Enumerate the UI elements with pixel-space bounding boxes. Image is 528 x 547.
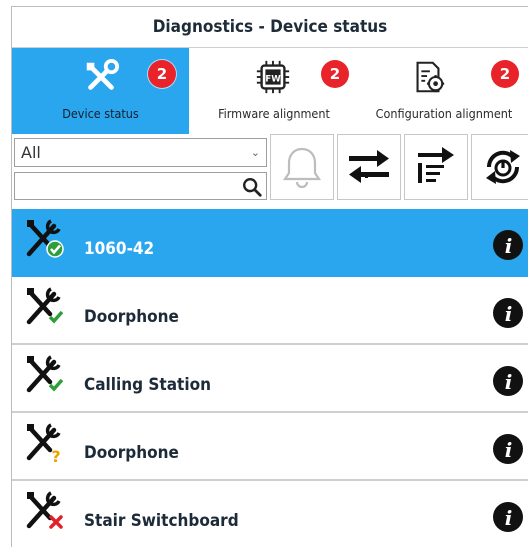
device-row[interactable]: ? Doorphone i	[12, 413, 528, 481]
device-name: 1060-42	[84, 239, 155, 259]
svg-text:i: i	[505, 370, 513, 394]
info-icon[interactable]: i	[492, 229, 524, 261]
device-status-badge: 2	[148, 60, 176, 88]
device-row[interactable]: Doorphone i	[12, 277, 528, 345]
tab-device-status[interactable]: 2 Device status	[12, 48, 189, 134]
list-send-button[interactable]	[404, 134, 468, 200]
config-document-gear-icon	[416, 61, 445, 93]
power-refresh-icon	[486, 150, 520, 184]
transfer-arrows-icon	[349, 150, 389, 183]
info-icon[interactable]: i	[492, 365, 524, 397]
info-icon[interactable]: i	[492, 433, 524, 465]
chevron-down-icon: ⌄	[250, 146, 260, 159]
tools-status-error-icon	[26, 491, 63, 529]
toolbar: All ⌄	[12, 134, 528, 213]
filter-select[interactable]: All ⌄	[14, 138, 267, 167]
diagnostics-window: Diagnostics - Device status 2 Device sta…	[11, 6, 528, 547]
tools-icon	[86, 58, 120, 90]
svg-text:?: ?	[51, 447, 60, 463]
transfer-button[interactable]	[337, 134, 401, 200]
filter-selected-value: All	[21, 143, 41, 162]
device-list: 1060-42 i Doorphone i Calling Station i …	[12, 209, 528, 547]
tab-configuration-alignment[interactable]: 2 Configuration alignment	[359, 48, 528, 134]
bell-icon	[282, 147, 322, 189]
tools-status-ok-icon	[26, 355, 64, 393]
tab-firmware-alignment[interactable]: FW 2 Firmware alignment	[189, 48, 359, 134]
power-refresh-button[interactable]	[471, 134, 528, 200]
svg-text:i: i	[505, 506, 513, 530]
device-row[interactable]: Stair Switchboard i	[12, 481, 528, 547]
tools-status-ok-icon	[26, 287, 64, 325]
firmware-alignment-badge: 2	[321, 60, 349, 88]
device-name: Stair Switchboard	[84, 511, 239, 531]
list-send-icon	[418, 147, 454, 183]
info-icon[interactable]: i	[492, 297, 524, 329]
configuration-alignment-badge: 2	[491, 60, 519, 88]
device-name: Doorphone	[84, 443, 179, 463]
tools-status-ok-icon	[26, 219, 64, 258]
svg-text:i: i	[505, 438, 513, 462]
svg-text:i: i	[505, 302, 513, 326]
tab-label: Configuration alignment	[375, 106, 513, 121]
tab-label: Firmware alignment	[218, 106, 330, 121]
search-icon[interactable]	[241, 176, 263, 198]
firmware-chip-icon: FW	[256, 60, 290, 94]
device-row[interactable]: 1060-42 i	[12, 209, 528, 277]
tab-bar: 2 Device status FW 2 Firmware alignment	[12, 48, 528, 134]
device-name: Calling Station	[84, 375, 212, 395]
tab-label: Device status	[62, 106, 139, 121]
tools-status-unknown-icon: ?	[26, 423, 61, 463]
window-title: Diagnostics - Device status	[12, 7, 528, 48]
search-input[interactable]	[14, 172, 267, 200]
svg-text:FW: FW	[265, 74, 281, 84]
notifications-button[interactable]	[270, 134, 334, 200]
info-icon[interactable]: i	[492, 501, 524, 533]
device-name: Doorphone	[84, 307, 179, 327]
svg-text:i: i	[505, 234, 513, 258]
device-row[interactable]: Calling Station i	[12, 345, 528, 413]
